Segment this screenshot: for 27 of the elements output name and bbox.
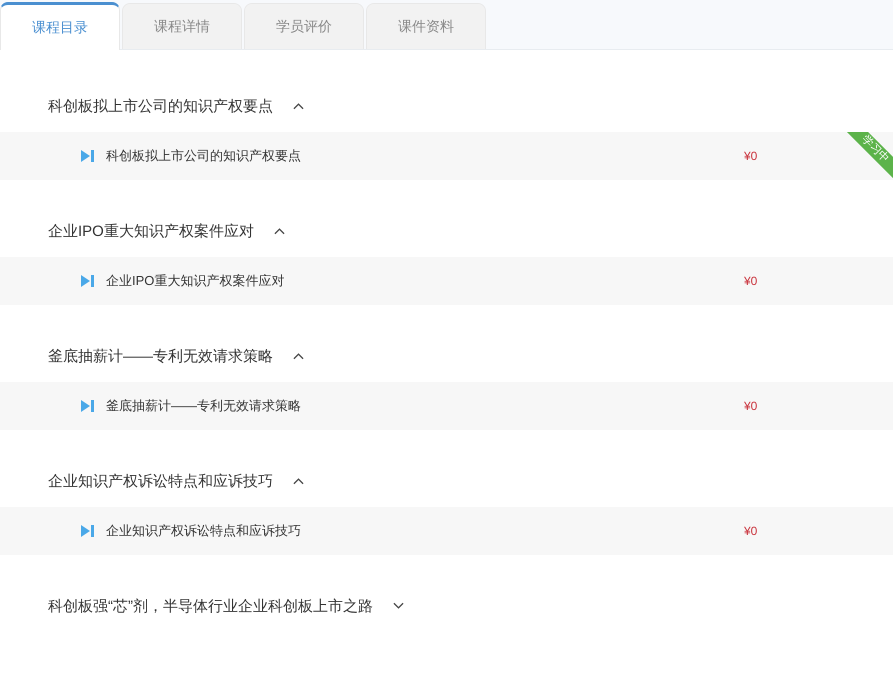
lesson-title: 科创板拟上市公司的知识产权要点 [106, 147, 302, 165]
play-icon [81, 525, 95, 537]
price: ¥0 [744, 274, 758, 288]
studying-ribbon: 学习中 [845, 132, 893, 180]
chevron-up-icon[interactable] [293, 102, 304, 110]
play-icon [81, 150, 95, 162]
section-title[interactable]: 企业IPO重大知识产权案件应对 [48, 222, 254, 240]
play-icon [81, 275, 95, 287]
lesson-row[interactable]: 企业IPO重大知识产权案件应对 ¥0 [0, 257, 893, 305]
chevron-down-icon[interactable] [393, 602, 404, 610]
play-icon [81, 400, 95, 412]
lesson-title: 企业知识产权诉讼特点和应诉技巧 [106, 522, 302, 540]
lesson-row[interactable]: 企业知识产权诉讼特点和应诉技巧 ¥0 [0, 507, 893, 555]
lesson-row[interactable]: 科创板拟上市公司的知识产权要点 ¥0 学习中 [0, 132, 893, 180]
price: ¥0 [744, 149, 758, 163]
lesson-title: 企业IPO重大知识产权案件应对 [106, 272, 286, 290]
chevron-up-icon[interactable] [274, 227, 285, 235]
section-title[interactable]: 釜底抽薪计——专利无效请求策略 [48, 346, 273, 366]
section-title[interactable]: 科创板强“芯”剂，半导体行业企业科创板上市之路 [48, 596, 373, 616]
section-title[interactable]: 企业知识产权诉讼特点和应诉技巧 [48, 472, 273, 490]
lesson-title: 釜底抽薪计——专利无效请求策略 [106, 397, 302, 415]
section-title[interactable]: 科创板拟上市公司的知识产权要点 [48, 96, 273, 116]
chevron-up-icon[interactable] [293, 477, 304, 485]
price: ¥0 [744, 524, 758, 538]
chevron-up-icon[interactable] [293, 352, 304, 360]
lesson-row[interactable]: 釜底抽薪计——专利无效请求策略 ¥0 [0, 382, 893, 430]
price: ¥0 [744, 399, 758, 413]
